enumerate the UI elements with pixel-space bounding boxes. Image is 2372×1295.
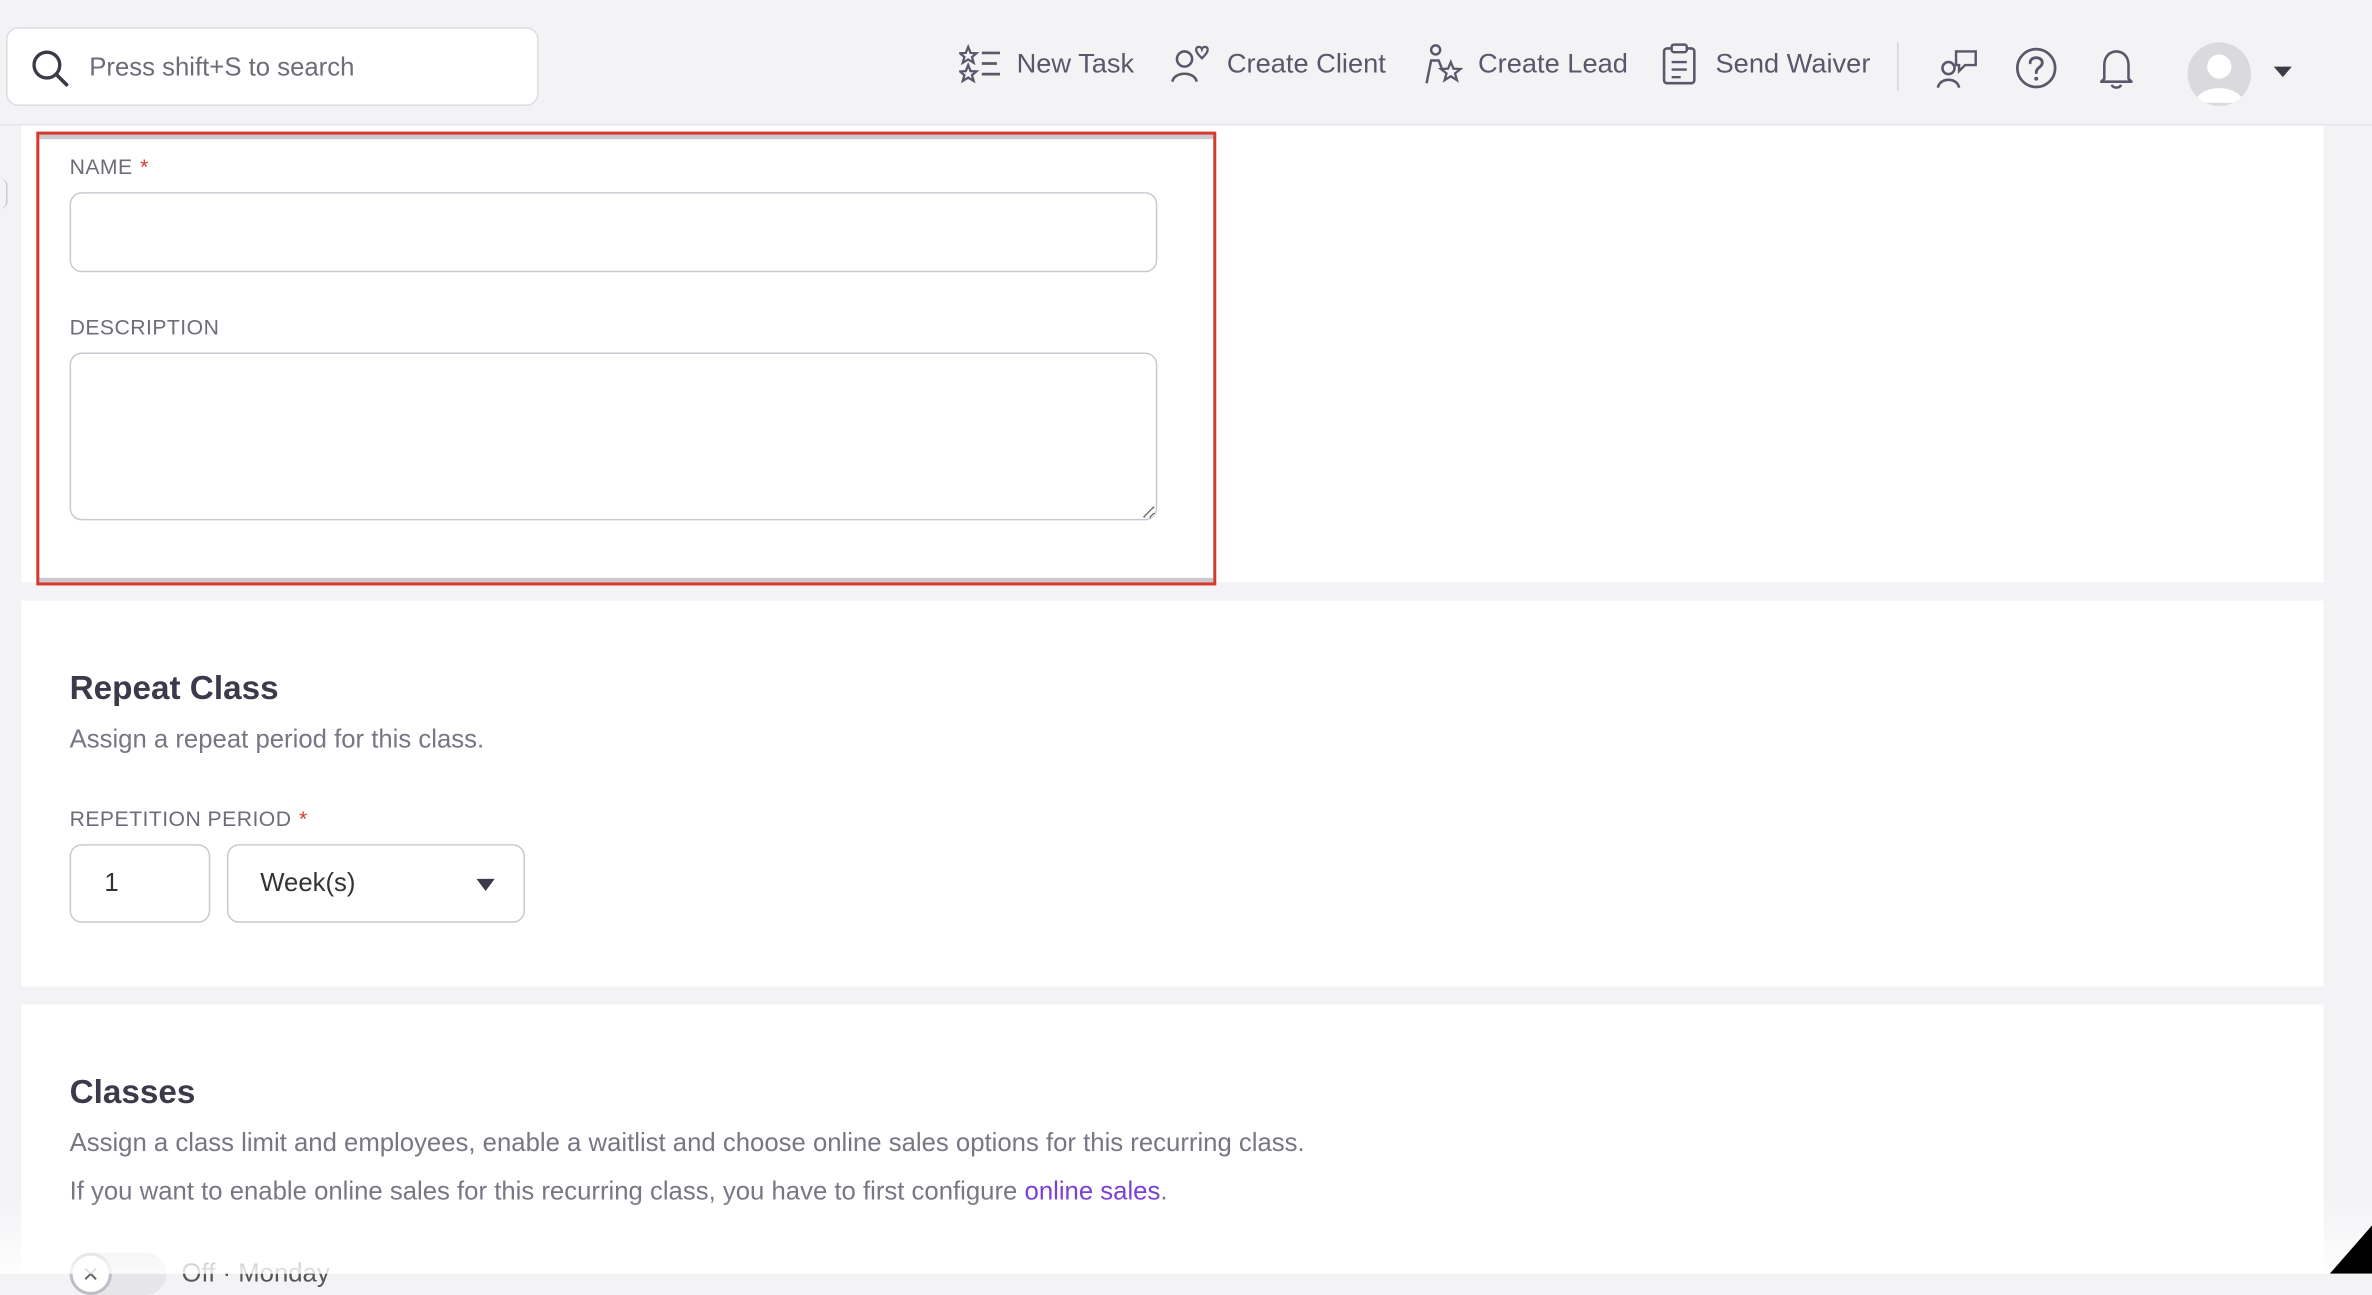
online-sales-note-text: If you want to enable online sales for t… <box>69 1176 1018 1206</box>
user-avatar[interactable] <box>2187 42 2252 106</box>
window-corner <box>2329 1225 2372 1274</box>
toolbar-divider <box>1897 42 1899 91</box>
online-sales-note-end: . <box>1160 1176 1168 1206</box>
repeat-class-description: Assign a repeat period for this class. <box>69 724 485 754</box>
app-viewport: New Task Create Client Create Lead <box>0 0 2372 1295</box>
description-textarea[interactable] <box>69 352 1158 521</box>
send-waiver-button[interactable]: Send Waiver <box>1658 42 1871 85</box>
search-box[interactable] <box>6 27 539 108</box>
send-waiver-label: Send Waiver <box>1715 47 1871 78</box>
repetition-unit-value: Week(s) <box>260 868 356 898</box>
help-icon[interactable] <box>2014 45 2059 90</box>
create-lead-button[interactable]: Create Lead <box>1421 42 1628 84</box>
classes-description: Assign a class limit and employees, enab… <box>69 1128 1305 1158</box>
search-icon <box>32 50 69 87</box>
user-silhouette-icon <box>2195 54 2244 103</box>
repeat-class-card <box>21 600 2324 987</box>
account-menu-caret-icon[interactable] <box>2273 66 2292 78</box>
repetition-count-input[interactable] <box>69 844 211 923</box>
online-sales-note: If you want to enable online sales for t… <box>70 1177 1168 1207</box>
new-task-button[interactable]: New Task <box>959 42 1134 84</box>
bell-icon[interactable] <box>2094 45 2139 90</box>
repetition-unit-select[interactable]: Week(s) <box>226 844 525 923</box>
required-marker: * <box>299 806 308 831</box>
repetition-period-label: REPETITION PERIOD * <box>69 806 308 831</box>
search-input[interactable] <box>86 28 531 108</box>
description-label: DESCRIPTION <box>69 314 220 339</box>
sidebar-collapse-handle[interactable] <box>0 178 8 209</box>
create-lead-label: Create Lead <box>1478 47 1628 78</box>
create-client-label: Create Client <box>1226 47 1386 78</box>
task-list-star-icon <box>959 43 1000 84</box>
create-client-button[interactable]: Create Client <box>1169 42 1386 84</box>
client-heart-icon <box>1171 45 1209 83</box>
name-input[interactable] <box>69 192 1158 273</box>
repeat-class-title: Repeat Class <box>69 668 279 707</box>
top-navigation-bar: New Task Create Client Create Lead <box>0 9 2372 126</box>
lead-star-icon <box>1425 44 1463 84</box>
name-label: NAME * <box>69 154 149 179</box>
classes-title: Classes <box>69 1072 196 1111</box>
required-marker: * <box>140 154 149 179</box>
dropdown-arrow-icon <box>476 878 495 892</box>
online-sales-link[interactable]: online sales <box>1025 1177 1161 1206</box>
new-task-label: New Task <box>1016 47 1135 78</box>
clipboard-icon <box>1662 43 1696 85</box>
chat-support-icon[interactable] <box>1935 45 1980 90</box>
